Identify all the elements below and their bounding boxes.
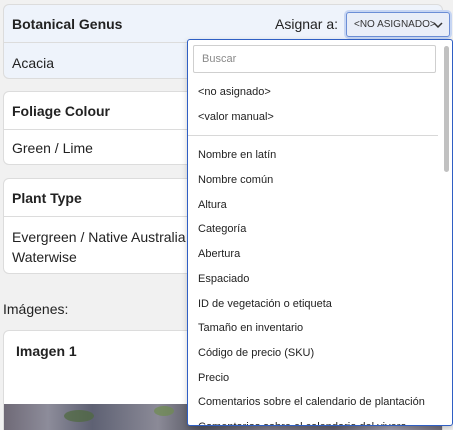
dropdown-option[interactable]: Comentarios sobre el calendario del vive… bbox=[188, 415, 438, 425]
dropdown-scrollbar-thumb[interactable] bbox=[444, 46, 449, 172]
chevron-down-icon bbox=[433, 22, 443, 29]
assign-to-select[interactable]: <NO ASIGNADO> bbox=[346, 12, 450, 37]
assign-to-dropdown: <no asignado> <valor manual> Nombre en l… bbox=[187, 39, 453, 426]
dropdown-option[interactable]: Tamaño en inventario bbox=[188, 316, 438, 341]
dropdown-search-input[interactable] bbox=[193, 45, 436, 73]
dropdown-scrollbar[interactable] bbox=[444, 44, 450, 422]
assign-to-label: Asignar a: bbox=[275, 16, 339, 32]
dropdown-option[interactable]: Precio bbox=[188, 366, 438, 391]
dropdown-option-manual-value[interactable]: <valor manual> bbox=[188, 105, 438, 130]
dropdown-options-list: <no asignado> <valor manual> Nombre en l… bbox=[188, 80, 438, 425]
dropdown-option[interactable]: Altura bbox=[188, 193, 438, 218]
dropdown-option[interactable]: Nombre en latín bbox=[188, 143, 438, 168]
dropdown-option[interactable]: Abertura bbox=[188, 242, 438, 267]
dropdown-option-unassigned[interactable]: <no asignado> bbox=[188, 80, 438, 105]
dropdown-separator bbox=[188, 129, 438, 137]
dropdown-option[interactable]: ID de vegetación o etiqueta bbox=[188, 292, 438, 317]
assign-to-selected-value: <NO ASIGNADO> bbox=[354, 19, 436, 30]
dropdown-option[interactable]: Espaciado bbox=[188, 267, 438, 292]
dropdown-option[interactable]: Nombre común bbox=[188, 168, 438, 193]
dropdown-option[interactable]: Comentarios sobre el calendario de plant… bbox=[188, 390, 438, 415]
dropdown-option[interactable]: Categoría bbox=[188, 217, 438, 242]
dropdown-option[interactable]: Código de precio (SKU) bbox=[188, 341, 438, 366]
images-section-label: Imágenes: bbox=[3, 301, 69, 317]
